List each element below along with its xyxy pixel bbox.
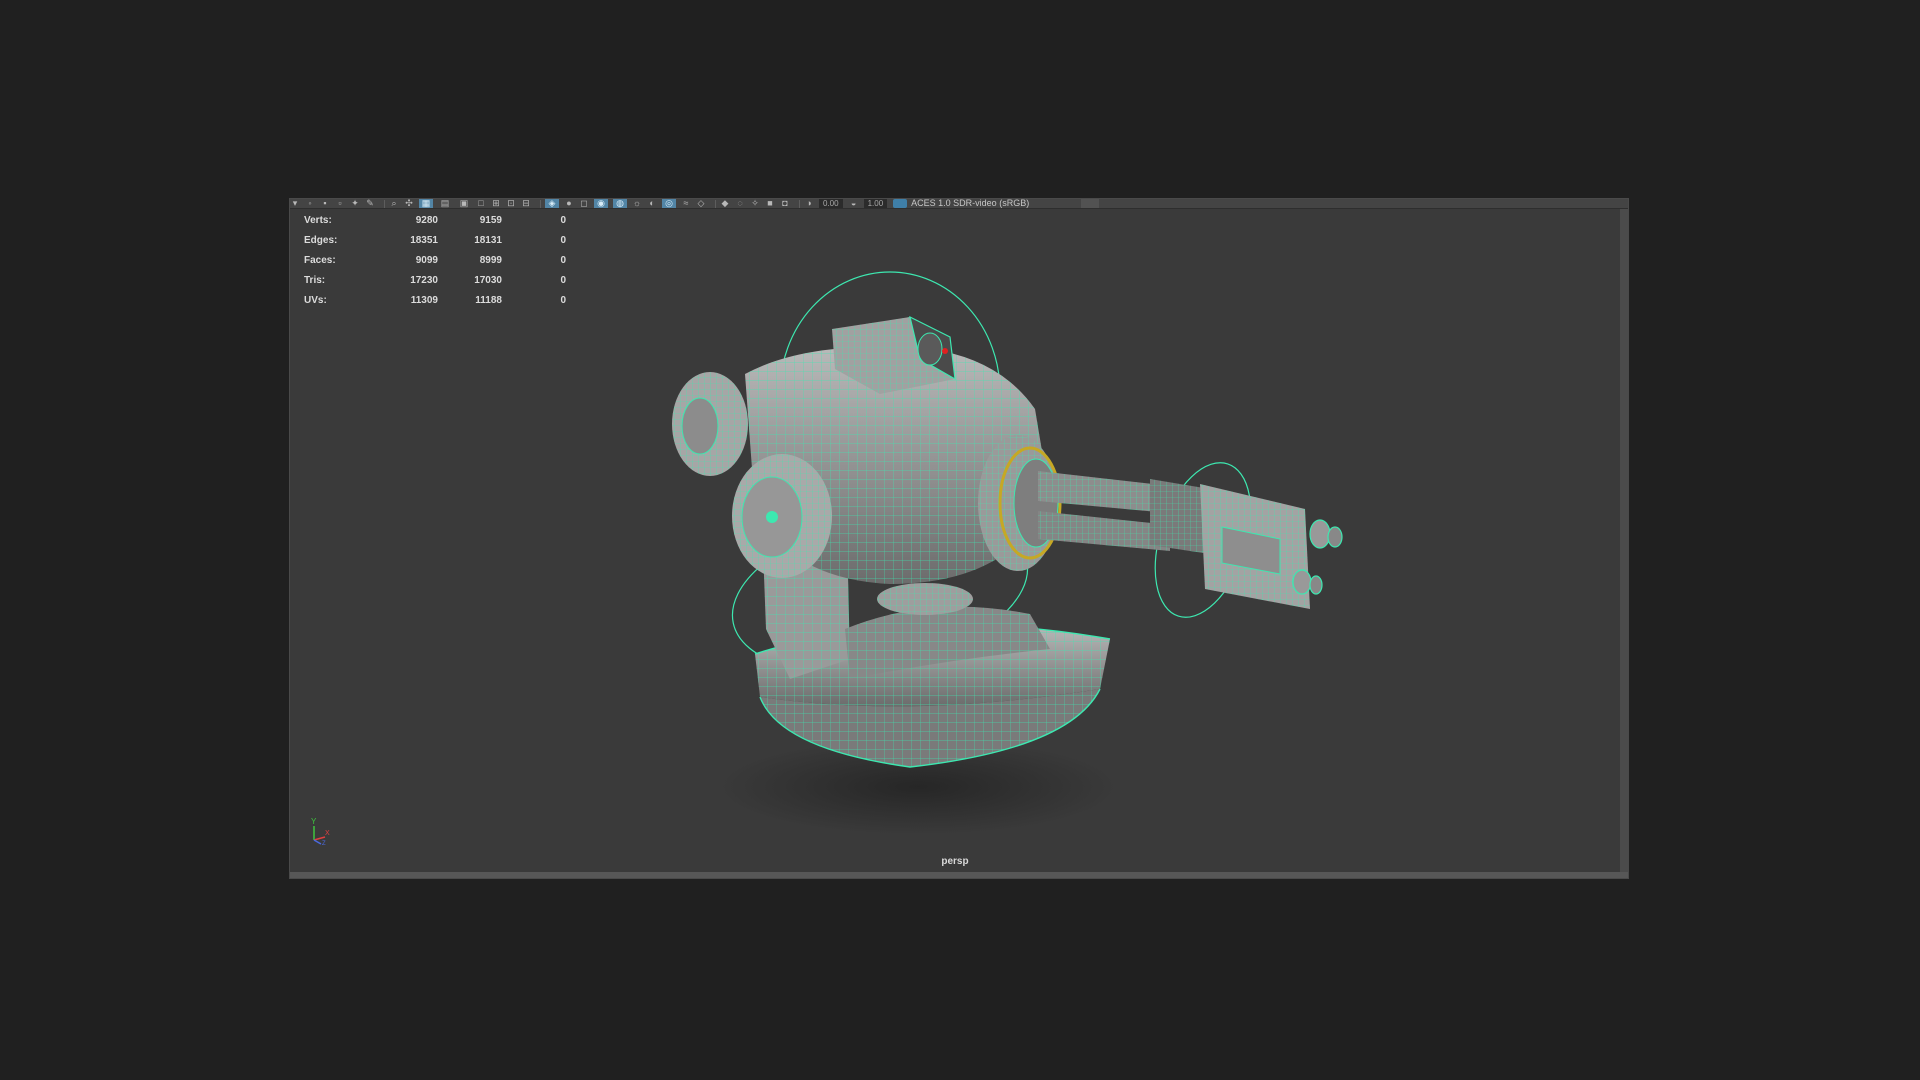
poly-count-hud: Verts: 9280 9159 0 Edges: 18351 18131 0 … — [304, 210, 566, 310]
gamma-icon[interactable]: ◒ — [849, 199, 859, 208]
hud-label: Faces: — [304, 254, 336, 266]
resolution-gate-icon[interactable]: ▣ — [457, 199, 471, 208]
hud-components: 0 — [560, 294, 566, 306]
zoom-icon[interactable]: ⌕ — [389, 199, 399, 208]
hud-components: 0 — [560, 274, 566, 286]
barrel-collar — [978, 435, 1062, 571]
hud-row-verts: Verts: 9280 9159 0 — [304, 210, 566, 230]
axis-x-label: X — [325, 830, 330, 837]
hud-components: 0 — [560, 234, 566, 246]
two-d-pan-icon[interactable]: ✦ — [350, 199, 360, 208]
gun-barrels — [1038, 471, 1210, 554]
anti-alias-icon[interactable]: ◇ — [696, 199, 706, 208]
isolate-select-icon[interactable]: ◆ — [720, 199, 730, 208]
grease-pencil-icon[interactable]: ✎ — [365, 199, 375, 208]
viewport-scrollbar[interactable] — [1620, 209, 1628, 872]
color-space-dropdown[interactable]: ACES 1.0 SDR-video (sRGB) — [911, 199, 1081, 208]
color-management-icon[interactable] — [893, 199, 908, 208]
bounding-box-icon[interactable]: ◻ — [579, 199, 589, 208]
hud-total: 17230 — [410, 274, 438, 286]
hud-row-faces: Faces: 9099 8999 0 — [304, 250, 566, 270]
xray-icon[interactable]: ◌ — [735, 199, 745, 208]
grid-icon[interactable]: ▦ — [419, 199, 433, 208]
hud-row-tris: Tris: 17230 17030 0 — [304, 270, 566, 290]
hud-label: Verts: — [304, 214, 332, 226]
gate-mask-icon[interactable]: □ — [476, 199, 486, 208]
motion-blur-icon[interactable]: ≈ — [681, 199, 691, 208]
backface-icon[interactable]: ■ — [765, 199, 775, 208]
textured-icon[interactable]: ◍ — [613, 199, 627, 208]
hud-total: 11309 — [410, 294, 438, 306]
chevron-down-icon[interactable] — [1081, 199, 1100, 208]
wireframe-icon[interactable]: ◈ — [545, 199, 559, 208]
field-chart-icon[interactable]: ⊞ — [491, 199, 501, 208]
hud-selected: 8999 — [479, 254, 502, 266]
film-gate-icon[interactable]: ▤ — [438, 199, 452, 208]
viewport-toolbar: ▾ ◦ ▪ ▫ ✦ ✎ ⌕ ✣ ▦ ▤ ▣ □ ⊞ ⊡ ⊟ ◈ ● ◻ ◉ ◍ … — [290, 199, 1628, 209]
axis-y-label: Y — [311, 817, 317, 826]
hud-total: 9280 — [415, 214, 438, 226]
shadows-icon[interactable]: ◐ — [647, 199, 657, 208]
camera-select-icon[interactable]: ▾ — [290, 199, 300, 208]
bookmark-icon[interactable]: ▪ — [320, 199, 330, 208]
muzzle-housing — [1200, 484, 1343, 609]
viewport-bottom-border — [290, 872, 1628, 878]
image-plane-icon[interactable]: ▫ — [335, 199, 345, 208]
hud-selected: 17030 — [474, 274, 502, 286]
toolbar-separator — [540, 199, 541, 208]
camera-name-label: persp — [941, 856, 969, 867]
track-icon[interactable]: ✣ — [404, 199, 414, 208]
camera-attributes-icon[interactable]: ◦ — [305, 199, 315, 208]
hud-row-edges: Edges: 18351 18131 0 — [304, 230, 566, 250]
hud-total: 9099 — [415, 254, 438, 266]
hud-label: Tris: — [304, 274, 326, 286]
depth-of-field-icon[interactable]: ◘ — [780, 199, 790, 208]
axis-z-label: Z — [322, 841, 326, 845]
hud-selected: 18131 — [474, 234, 502, 246]
hud-label: Edges: — [304, 234, 338, 246]
safe-action-icon[interactable]: ⊡ — [506, 199, 516, 208]
smooth-shade-icon[interactable]: ● — [564, 199, 574, 208]
side-disc — [732, 454, 832, 578]
exposure-icon[interactable]: ◑ — [804, 199, 814, 208]
safe-title-icon[interactable]: ⊟ — [521, 199, 531, 208]
persp-viewport[interactable]: Verts: 9280 9159 0 Edges: 18351 18131 0 … — [290, 209, 1620, 872]
hud-components: 0 — [560, 254, 566, 266]
hud-total: 18351 — [410, 234, 438, 246]
hud-row-uvs: UVs: 11309 11188 0 — [304, 290, 566, 310]
lights-icon[interactable]: ☼ — [632, 199, 642, 208]
ambient-occlusion-icon[interactable]: ◎ — [662, 199, 676, 208]
gamma-field[interactable]: 1.00 — [863, 199, 888, 208]
wireframe-on-shaded-icon[interactable]: ◉ — [594, 199, 608, 208]
hud-selected: 9159 — [479, 214, 502, 226]
maya-viewport-window: ▾ ◦ ▪ ▫ ✦ ✎ ⌕ ✣ ▦ ▤ ▣ □ ⊞ ⊡ ⊟ ◈ ● ◻ ◉ ◍ … — [289, 198, 1629, 879]
exposure-field[interactable]: 0.00 — [819, 199, 843, 208]
xray-joints-icon[interactable]: ✧ — [750, 199, 760, 208]
toolbar-separator — [384, 199, 385, 208]
hud-components: 0 — [560, 214, 566, 226]
axis-gizmo: Y X Z — [311, 817, 330, 845]
toolbar-separator — [799, 199, 800, 208]
toolbar-separator — [715, 199, 716, 208]
hud-label: UVs: — [304, 294, 327, 306]
hud-selected: 11188 — [475, 294, 502, 306]
